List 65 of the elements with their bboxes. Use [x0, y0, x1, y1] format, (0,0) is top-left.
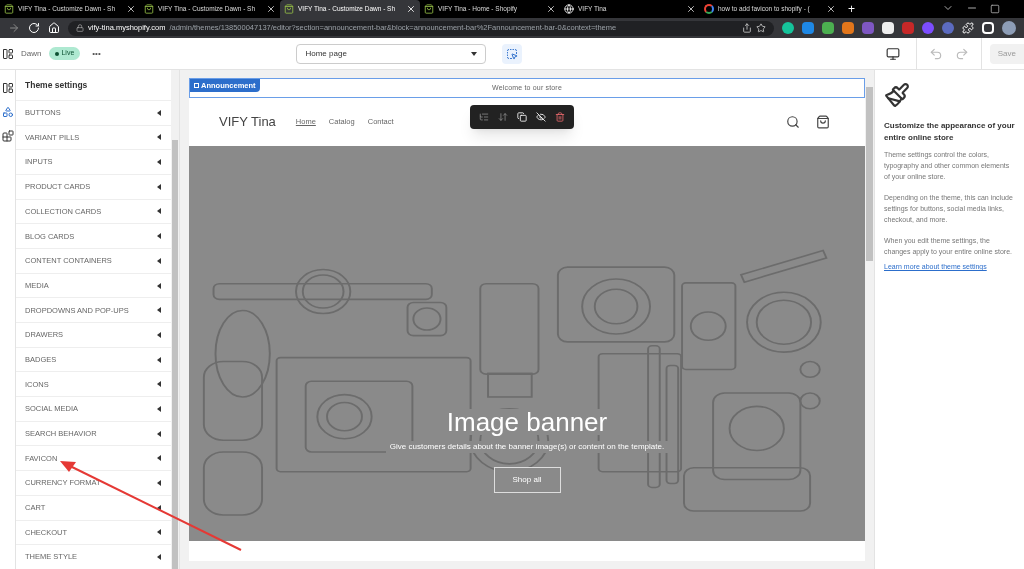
collapse-arrow-icon[interactable]: [157, 331, 161, 338]
collapse-arrow-icon[interactable]: [157, 554, 161, 561]
collapse-arrow-icon[interactable]: [157, 455, 161, 462]
store-logo[interactable]: VIFY Tina: [219, 112, 276, 132]
collapse-arrow-icon[interactable]: [157, 356, 161, 363]
collapse-arrow-icon[interactable]: [157, 134, 161, 141]
collapse-arrow-icon[interactable]: [157, 233, 161, 240]
desktop-icon[interactable]: [885, 46, 900, 61]
caret-icon: [471, 51, 478, 56]
shapes-icon[interactable]: [1, 106, 14, 118]
collapse-arrow-icon[interactable]: [157, 480, 161, 486]
search-icon[interactable]: [786, 115, 800, 129]
collapse-arrow-icon[interactable]: [157, 405, 161, 412]
trash-icon[interactable]: [555, 112, 566, 122]
collapse-arrow-icon[interactable]: [157, 282, 161, 289]
collapse-arrow-icon[interactable]: [157, 504, 161, 511]
blocks-icon[interactable]: [1, 130, 14, 142]
collapse-arrow-icon[interactable]: [157, 381, 161, 388]
close-icon[interactable]: [686, 4, 696, 14]
profile-avatar[interactable]: [1002, 21, 1016, 35]
paintbrush-icon: [884, 82, 910, 108]
collapse-arrow-icon[interactable]: [157, 183, 161, 190]
home-icon[interactable]: [48, 22, 60, 34]
g-logo-icon: [704, 4, 714, 14]
panel-title: Theme settings: [24, 78, 89, 92]
more-button[interactable]: •••: [92, 47, 101, 60]
new-tab-button[interactable]: +: [840, 0, 863, 18]
collapse-arrow-icon[interactable]: [157, 257, 161, 264]
bag-icon: [4, 4, 14, 14]
info-title: Customize the appearance of your entire online store: [884, 120, 1016, 144]
collapse-arrow-icon[interactable]: [157, 307, 161, 314]
extension-icon[interactable]: [882, 22, 894, 34]
bag-icon: [144, 4, 154, 14]
extension-icon[interactable]: [822, 22, 834, 34]
close-icon[interactable]: [266, 4, 276, 14]
template-select[interactable]: Home page: [296, 43, 487, 64]
bag-icon[interactable]: [816, 115, 830, 129]
move-icon[interactable]: [497, 112, 508, 122]
bag-icon: [284, 4, 294, 14]
banner-text: Give customers details about the banner image(s) or content on the template.: [385, 441, 669, 453]
collapse-arrow-icon[interactable]: [157, 208, 161, 215]
collapse-arrow-icon[interactable]: [157, 529, 161, 536]
layout-icon[interactable]: [1, 82, 14, 94]
bag-icon: [424, 4, 434, 14]
collapse-arrow-icon[interactable]: [157, 159, 161, 166]
close-icon[interactable]: [546, 4, 556, 14]
share-icon[interactable]: [742, 23, 752, 33]
duplicate-icon[interactable]: [516, 112, 527, 122]
collapse-arrow-icon[interactable]: [157, 430, 161, 437]
collapse-arrow-icon[interactable]: [157, 109, 161, 116]
globe-icon: [564, 4, 574, 14]
tree-icon[interactable]: [478, 112, 489, 122]
side-panel-icon[interactable]: [982, 22, 994, 34]
close-icon[interactable]: [826, 4, 836, 14]
lock-icon: [76, 24, 84, 32]
close-icon[interactable]: [126, 4, 136, 14]
hide-icon[interactable]: [536, 112, 547, 122]
close-icon[interactable]: [406, 4, 416, 14]
reload-icon[interactable]: [28, 22, 40, 34]
restore-icon[interactable]: [990, 4, 1000, 14]
shop-all-button[interactable]: Shop all: [493, 467, 561, 493]
puzzle-icon[interactable]: [962, 22, 974, 34]
theme-name: Dawn: [21, 47, 42, 60]
star-icon[interactable]: [756, 23, 766, 33]
extension-icon[interactable]: [782, 22, 794, 34]
